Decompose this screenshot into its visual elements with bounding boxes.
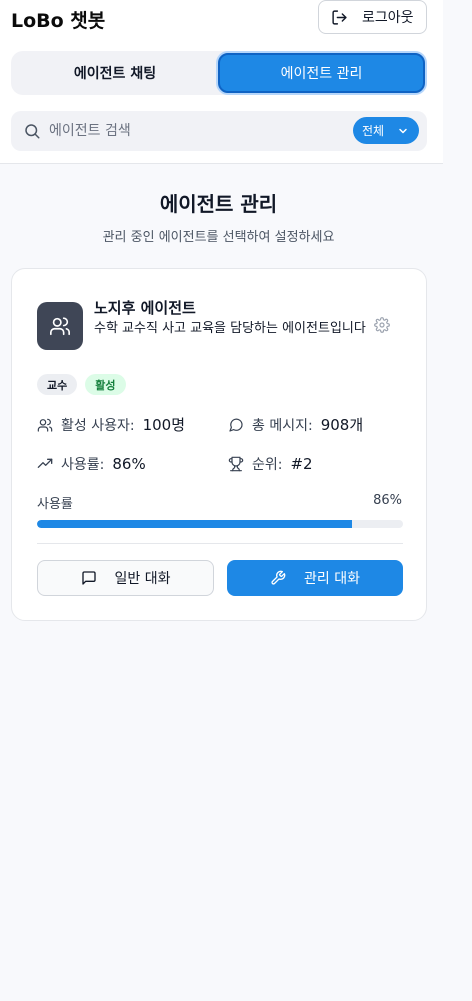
logout-label: 로그아웃 [362,10,414,26]
message-square-icon [81,571,96,585]
agent-description: 수학 교수직 사고 교육을 담당하는 에이전트입니다 [94,321,366,336]
search-input[interactable] [49,119,339,143]
stat-value: #2 [290,455,313,473]
filter-select[interactable]: 전체 [353,117,419,144]
stat-value: 86% [112,455,146,473]
usage-bar-value: 86% [373,493,402,508]
stat-messages: 총 메시지: 908개 [228,414,363,435]
agent-card: 노지후 에이전트 수학 교수직 사고 교육을 담당하는 에이전트입니다 교수 활… [11,268,427,621]
logout-button[interactable]: 로그아웃 [318,0,427,34]
logout-icon [332,9,347,25]
stat-active-users: 활성 사용자: 100명 [37,414,185,435]
app-title: LoBo 챗봇 [11,10,106,32]
stat-label: 순위: [252,457,283,473]
stat-value: 908개 [320,416,364,434]
message-circle-icon [229,418,243,432]
admin-chat-label: 관리 대화 [304,571,360,587]
users-icon [37,418,53,432]
admin-chat-button[interactable]: 관리 대화 [227,560,403,596]
search-bar: 전체 [11,111,427,151]
users-icon [50,317,70,336]
general-chat-label: 일반 대화 [114,571,171,587]
divider [37,543,403,544]
trophy-icon [228,456,244,472]
stat-label: 사용률: [61,457,105,473]
usage-progress-fill [37,520,352,528]
usage-bar-label: 사용률 [37,497,73,512]
tab-agent-chat[interactable]: 에이전트 채팅 [11,51,219,95]
page-title: 에이전트 관리 [159,192,278,216]
filter-selected-value: 전체 [362,124,385,138]
trending-up-icon [37,458,53,468]
search-icon [25,124,40,139]
role-badge: 교수 [37,374,78,395]
wrench-icon [271,570,286,585]
status-badge: 활성 [85,374,126,395]
stat-usage: 사용률: 86% [37,454,146,474]
gear-icon[interactable] [374,317,390,333]
page-subtitle: 관리 중인 에이전트를 선택하여 설정하세요 [102,230,335,245]
stat-label: 총 메시지: [252,417,313,434]
general-chat-button[interactable]: 일반 대화 [37,560,214,596]
stat-label: 활성 사용자: [61,417,135,434]
tab-agent-manage[interactable]: 에이전트 관리 [218,53,425,93]
usage-progress-bar [37,520,403,528]
stat-rank: 순위: #2 [228,454,313,474]
tab-bar: 에이전트 채팅 에이전트 관리 [11,51,427,95]
chevron-down-icon [399,128,407,134]
agent-tags: 교수 활성 [37,374,126,395]
stat-value: 100명 [142,416,186,434]
agent-name: 노지후 에이전트 [94,299,196,317]
agent-avatar [37,302,83,350]
